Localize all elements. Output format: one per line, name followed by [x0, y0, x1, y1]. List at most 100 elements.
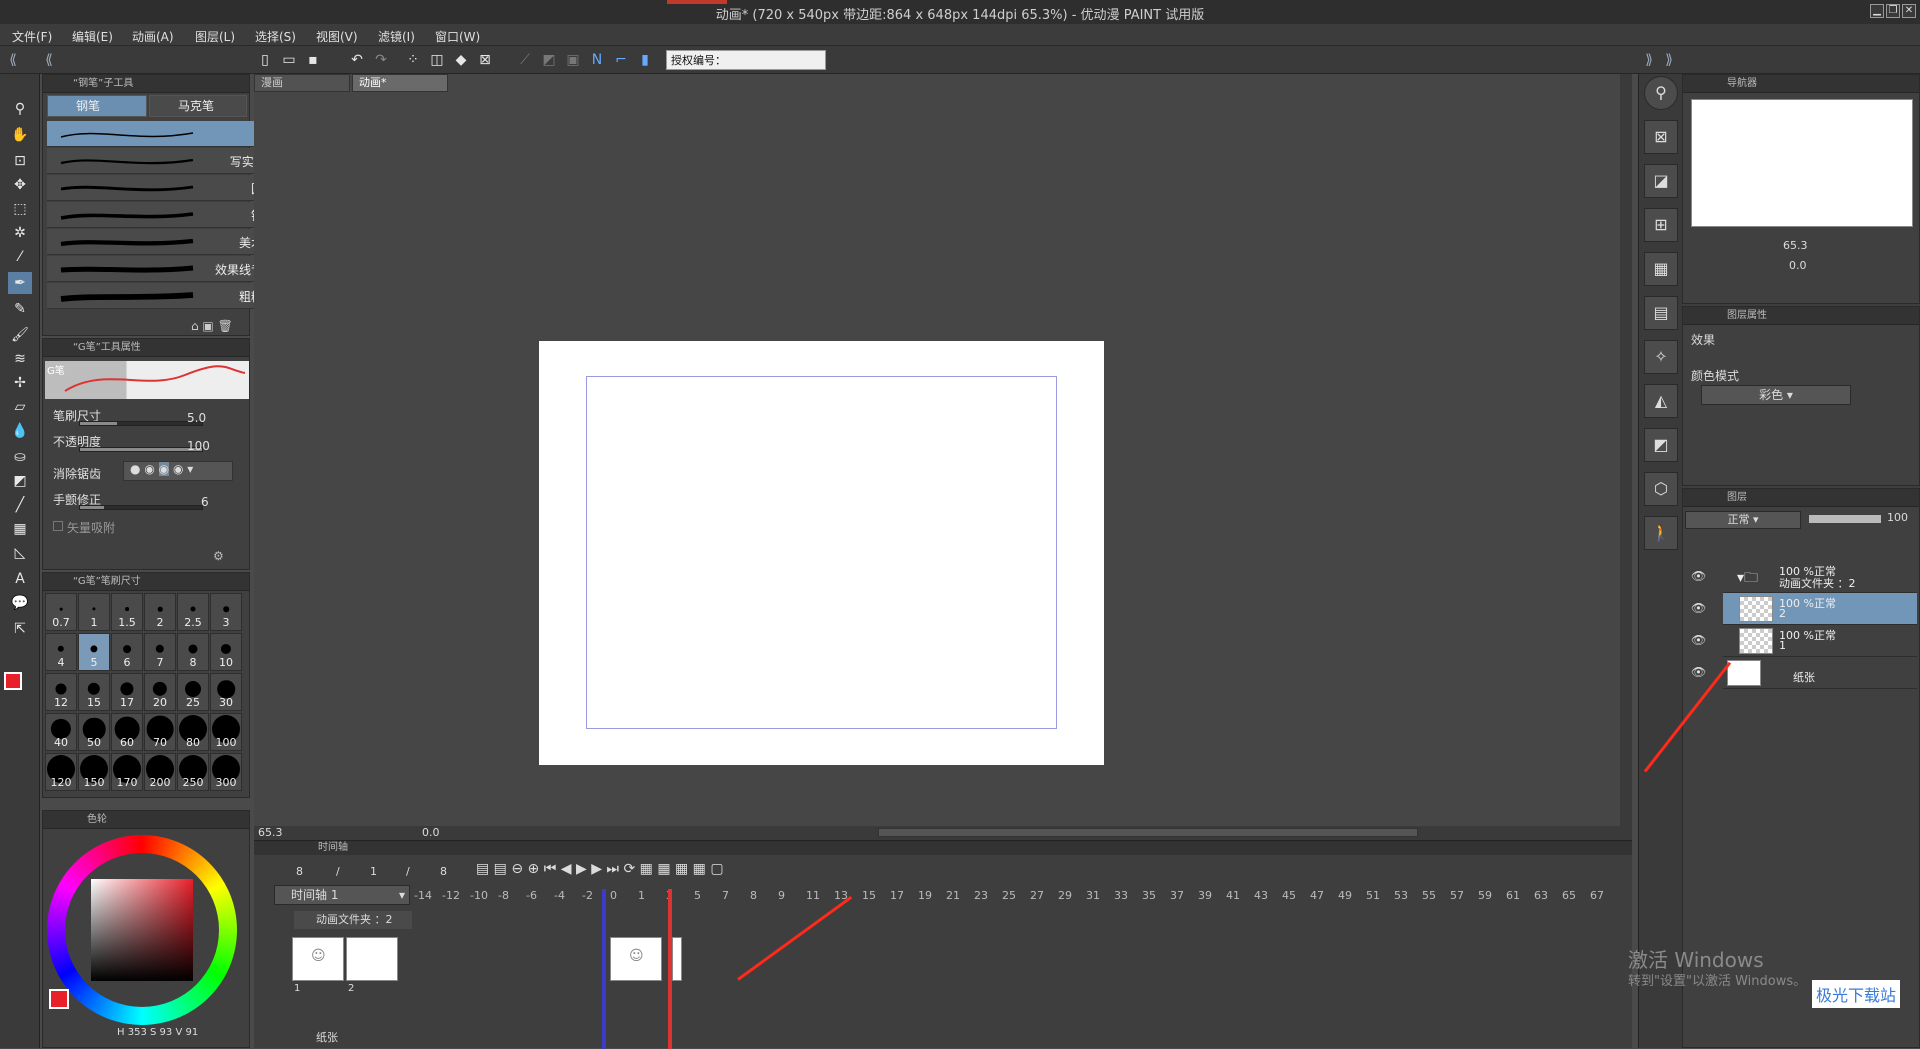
brush-size-cell[interactable]: 5: [78, 633, 110, 671]
brush-size-cell[interactable]: 80: [177, 713, 209, 751]
snap2-icon[interactable]: ⌐: [612, 51, 630, 69]
magic-wand-icon[interactable]: ✲: [8, 222, 32, 244]
brush-size-cell[interactable]: 300: [210, 753, 242, 791]
material-10-icon[interactable]: 🚶: [1644, 516, 1678, 550]
material-5-icon[interactable]: ▤: [1644, 296, 1678, 330]
eye-icon[interactable]: 👁: [1691, 601, 1706, 615]
navigator-zoom[interactable]: 65.3: [1783, 239, 1808, 252]
brush-item[interactable]: 效果线专用: [47, 256, 283, 282]
material-9-icon[interactable]: ⬡: [1644, 472, 1678, 506]
navigator-angle[interactable]: 0.0: [1789, 259, 1807, 272]
doc-tab-animation[interactable]: 动画*: [352, 74, 448, 92]
brush-size-cell[interactable]: 25: [177, 673, 209, 711]
range-start-marker[interactable]: [602, 889, 606, 1049]
brush-size-cell[interactable]: 1.5: [111, 593, 143, 631]
eye-icon[interactable]: 👁: [1691, 569, 1706, 583]
brush-size-cell[interactable]: 60: [111, 713, 143, 751]
text-tool-icon[interactable]: A: [8, 568, 32, 590]
colorwheel-tab[interactable]: 色轮: [43, 811, 249, 829]
ruler-tool-icon[interactable]: ◺: [8, 542, 32, 564]
airbrush-icon[interactable]: ≋: [8, 348, 32, 370]
colormode-select[interactable]: 彩色 ▾: [1701, 385, 1851, 405]
collapse-right-icon[interactable]: ⟫: [1640, 51, 1658, 69]
select-tool-icon[interactable]: ⬚: [8, 198, 32, 220]
antialias-options[interactable]: ● ◉ ◉ ◉ ▾: [123, 461, 233, 481]
zoom-tool-icon[interactable]: ⚲: [8, 98, 32, 120]
pencil-tool-icon[interactable]: ✎: [8, 298, 32, 320]
layer-row[interactable]: 👁 ▾🗀 100 %正常 动画文件夹 ：2: [1691, 561, 1917, 593]
layer-tab[interactable]: 图层: [1683, 489, 1919, 507]
cel-2-thumbnail[interactable]: [346, 937, 398, 981]
operation-tool-icon[interactable]: ⊡: [8, 150, 32, 172]
menu-filter[interactable]: 滤镜(I): [378, 28, 415, 45]
brush-size-cell[interactable]: 15: [78, 673, 110, 711]
saturation-value-square[interactable]: [91, 879, 193, 981]
zoom-value[interactable]: 65.3: [258, 826, 283, 839]
material-7-icon[interactable]: ◭: [1644, 384, 1678, 418]
menu-layer[interactable]: 图层(L): [195, 28, 235, 45]
brush-size-cell[interactable]: 17: [111, 673, 143, 711]
clear-icon[interactable]: ◫: [428, 51, 446, 69]
layer-opacity[interactable]: 100: [1887, 511, 1908, 524]
navigator-preview[interactable]: [1691, 99, 1913, 227]
brush-size-slider[interactable]: [79, 421, 203, 426]
menu-window[interactable]: 窗口(W): [435, 28, 480, 45]
brush-size-cell[interactable]: 2: [144, 593, 176, 631]
close-button[interactable]: ✕: [1902, 4, 1916, 18]
brush-size-cell[interactable]: 4: [45, 633, 77, 671]
eyedropper-icon[interactable]: ⁄: [8, 246, 32, 268]
brush-item[interactable]: 美术字: [47, 229, 283, 255]
material-4-icon[interactable]: ▦: [1644, 252, 1678, 286]
redo-icon[interactable]: ↷: [372, 51, 390, 69]
vector-snap-checkbox[interactable]: [53, 521, 63, 531]
frame-tool-icon[interactable]: ▦: [8, 518, 32, 540]
eraser-icon[interactable]: ▱: [8, 396, 32, 418]
material-6-icon[interactable]: ✧: [1644, 340, 1678, 374]
material-8-icon[interactable]: ◩: [1644, 428, 1678, 462]
layer-row[interactable]: 👁 纸张: [1691, 657, 1917, 689]
brush-item[interactable]: 镝笔: [47, 202, 283, 228]
brush-size-cell[interactable]: 200: [144, 753, 176, 791]
brush-size-cell[interactable]: 12: [45, 673, 77, 711]
brush-size-cell[interactable]: 120: [45, 753, 77, 791]
brush-size-cell[interactable]: 7: [144, 633, 176, 671]
material-3-icon[interactable]: ⊞: [1644, 208, 1678, 242]
material-2-icon[interactable]: ◪: [1644, 164, 1678, 198]
gradient-icon[interactable]: ◩: [8, 470, 32, 492]
brush-size-cell[interactable]: 3: [210, 593, 242, 631]
brush-size-cell[interactable]: 20: [144, 673, 176, 711]
eye-icon[interactable]: 👁: [1691, 633, 1706, 647]
brush-size-cell[interactable]: 10: [210, 633, 242, 671]
brush-size-cell[interactable]: 6: [111, 633, 143, 671]
snap-icon[interactable]: Ν: [588, 51, 606, 69]
menu-select[interactable]: 选择(S): [255, 28, 296, 45]
brush-size-cell[interactable]: 40: [45, 713, 77, 751]
track-cel-1[interactable]: ☺: [610, 937, 662, 981]
brush-size-value[interactable]: 5.0: [187, 411, 206, 425]
opacity-value[interactable]: 100: [187, 439, 210, 453]
collapse-icon[interactable]: ⟪: [4, 51, 22, 69]
save-icon[interactable]: ▪: [304, 51, 322, 69]
undo-icon[interactable]: ↶: [348, 51, 366, 69]
balloon-icon[interactable]: 💬: [8, 592, 32, 614]
brush-size-cell[interactable]: 1: [78, 593, 110, 631]
blend-tool-icon[interactable]: 💧: [8, 420, 32, 442]
ruler2-icon[interactable]: ◩: [540, 51, 558, 69]
main-color-chip[interactable]: [49, 989, 69, 1009]
layer-row[interactable]: 👁 100 %正常 2: [1691, 593, 1917, 625]
eye-icon[interactable]: 👁: [1691, 665, 1706, 679]
material-icon[interactable]: ⊠: [1644, 120, 1678, 154]
maximize-button[interactable]: ❐: [1886, 4, 1900, 18]
brush-size-cell[interactable]: 250: [177, 753, 209, 791]
timeline-tools-icon[interactable]: ▤ ▤ ⊖ ⊕ ⏮ ◀ ▶ ▶ ⏭ ⟳ ▦ ▦ ▦ ▦ ▢: [476, 861, 724, 877]
decoration-icon[interactable]: ✢: [8, 372, 32, 394]
tab-marker[interactable]: 马克笔: [149, 95, 247, 117]
doc-tab-manga[interactable]: 漫画: [254, 74, 350, 92]
tab-pen[interactable]: 钢笔: [47, 95, 147, 117]
subtool-actions-icon[interactable]: ⌂ ▣ 🗑: [191, 319, 233, 333]
snap3-icon[interactable]: ▮: [636, 51, 654, 69]
cel-1-thumbnail[interactable]: ☺: [292, 937, 344, 981]
menu-file[interactable]: 文件(F): [12, 28, 52, 45]
opacity-slider[interactable]: [79, 447, 203, 452]
timeline-select[interactable]: 时间轴 1 ▾: [274, 885, 410, 905]
